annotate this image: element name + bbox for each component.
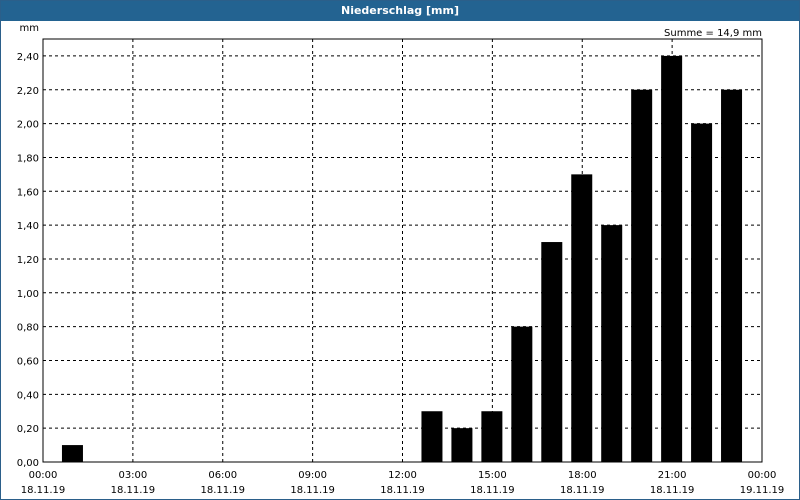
y-tick-label: 1,80 bbox=[17, 153, 39, 164]
y-tick-label: 2,20 bbox=[17, 86, 39, 97]
bar bbox=[541, 242, 563, 462]
x-tick-date-label: 18.11.19 bbox=[650, 485, 695, 496]
bar bbox=[451, 428, 473, 462]
y-tick-label: 0,40 bbox=[17, 390, 39, 401]
precipitation-chart: 0,00 0,20 0,40 0,60 0,80 1,00 1,20 1,40 1,60 1,80… bbox=[17, 23, 785, 496]
y-tick-label: 0,60 bbox=[17, 356, 39, 367]
x-tick-time-label: 03:00 bbox=[118, 470, 147, 481]
chart-title: Niederschlag [mm] bbox=[1, 1, 799, 21]
x-tick-time-label: 09:00 bbox=[298, 470, 327, 481]
x-tick-date-label: 18.11.19 bbox=[560, 485, 605, 496]
y-tick-label: 0,00 bbox=[17, 458, 39, 469]
y-tick-label: 1,40 bbox=[17, 221, 39, 232]
chart-window: Niederschlag [mm] 0,00 0,20 0,40 0,60 0,80 1,… bbox=[0, 0, 800, 500]
bar bbox=[511, 326, 533, 462]
bar bbox=[61, 445, 83, 462]
x-tick-date-label: 18.11.19 bbox=[200, 485, 245, 496]
x-tick-time-label: 21:00 bbox=[658, 470, 687, 481]
bar bbox=[661, 55, 683, 463]
bar bbox=[421, 411, 443, 462]
bar bbox=[601, 225, 623, 462]
x-tick-date-label: 18.11.19 bbox=[470, 485, 515, 496]
x-tick-time-label: 12:00 bbox=[388, 470, 417, 481]
x-tick-date-label: 19.11.19 bbox=[740, 485, 785, 496]
x-tick-time-label: 00:00 bbox=[748, 470, 777, 481]
y-tick-label: 2,00 bbox=[17, 120, 39, 131]
x-tick-date-label: 18.11.19 bbox=[290, 485, 335, 496]
y-tick-label: 1,60 bbox=[17, 187, 39, 198]
y-tick-label: 0,20 bbox=[17, 424, 39, 435]
x-tick-date-label: 18.11.19 bbox=[21, 485, 66, 496]
x-tick-time-label: 00:00 bbox=[29, 470, 58, 481]
bar bbox=[691, 123, 713, 462]
x-tick-time-label: 06:00 bbox=[208, 470, 237, 481]
y-tick-label: 1,20 bbox=[17, 255, 39, 266]
y-axis-unit-label: mm bbox=[20, 23, 39, 34]
bar bbox=[631, 89, 653, 462]
x-tick-time-label: 15:00 bbox=[478, 470, 507, 481]
y-tick-label: 2,40 bbox=[17, 52, 39, 63]
sum-annotation: Summe = 14,9 mm bbox=[664, 28, 762, 39]
x-tick-time-label: 18:00 bbox=[568, 470, 597, 481]
bar bbox=[481, 411, 503, 462]
y-tick-label: 0,80 bbox=[17, 323, 39, 334]
bar bbox=[721, 89, 743, 462]
y-tick-label: 1,00 bbox=[17, 289, 39, 300]
bar bbox=[571, 174, 593, 463]
x-tick-date-label: 18.11.19 bbox=[380, 485, 425, 496]
x-tick-date-label: 18.11.19 bbox=[111, 485, 156, 496]
